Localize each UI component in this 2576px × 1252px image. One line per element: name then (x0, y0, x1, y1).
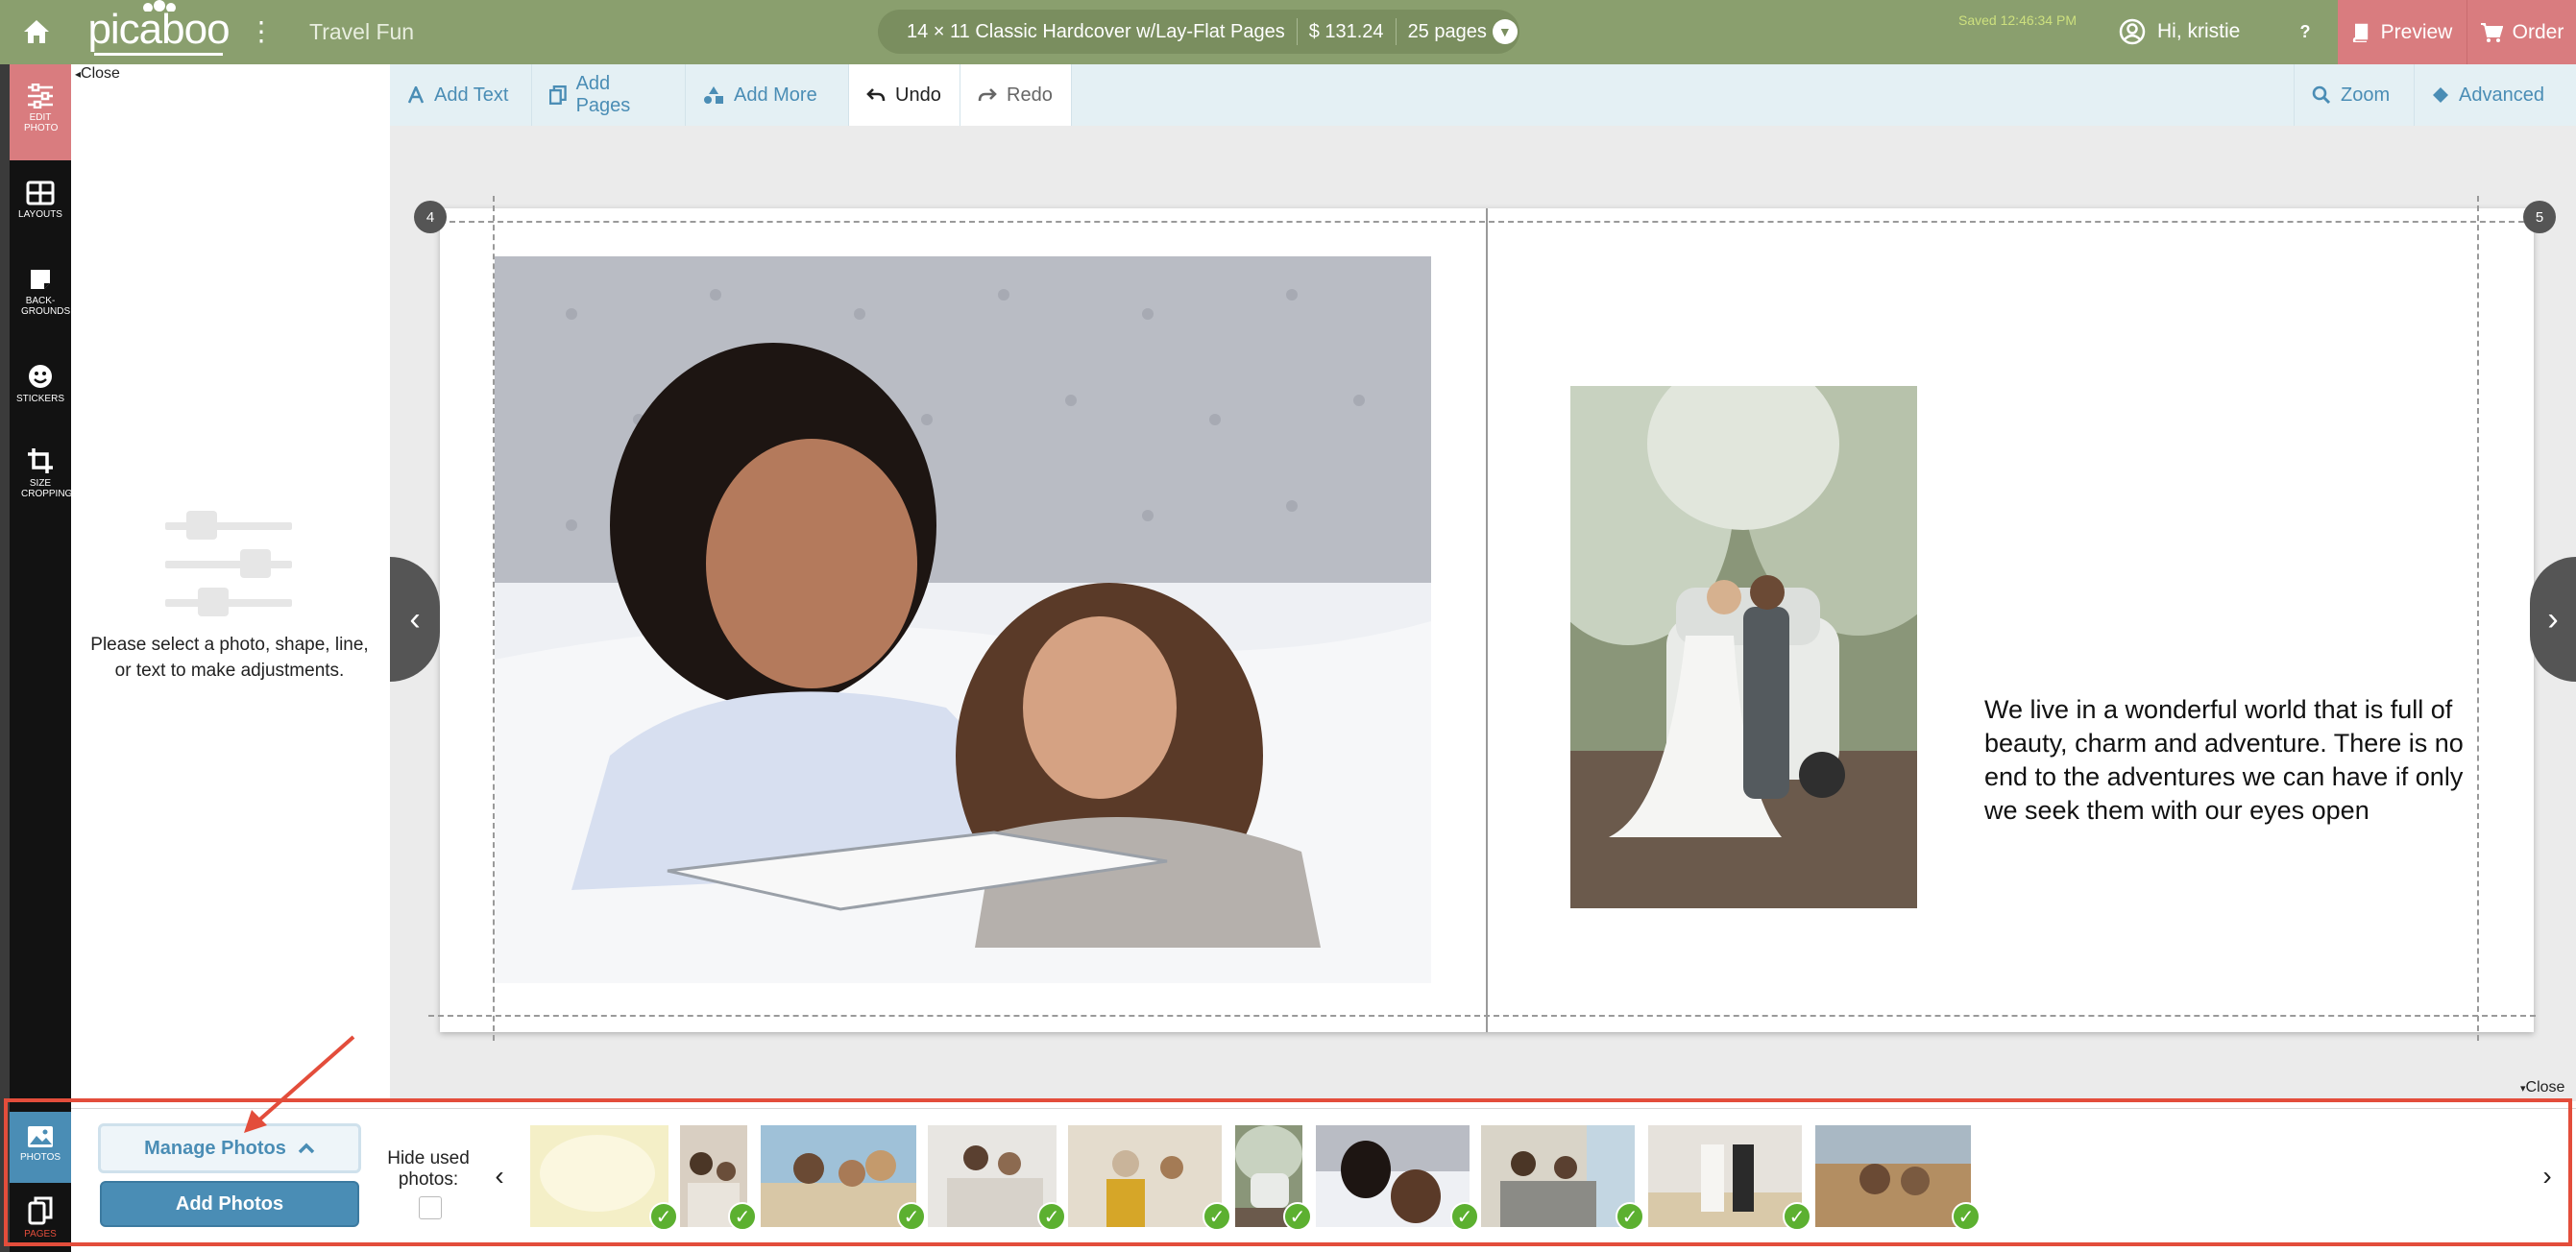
tray-close-link[interactable]: ▾Close (2520, 1079, 2564, 1096)
tool-rail (10, 64, 71, 1252)
product-name: 14 × 11 Classic Hardcover w/Lay-Flat Pag… (907, 21, 1285, 42)
help-icon[interactable]: ? (2290, 17, 2321, 46)
adjustments-placeholder-icon (165, 511, 292, 616)
user-menu[interactable]: Hi, kristie (2119, 15, 2240, 48)
rail-label: SIZE CROPPING (21, 478, 73, 499)
background-icon (31, 270, 50, 289)
photo-wedding-couple (1570, 386, 1917, 908)
text-a-icon (407, 86, 425, 104)
project-title[interactable]: Travel Fun (309, 16, 414, 47)
rail-label: EDIT PHOTO (24, 112, 59, 133)
crop-icon (28, 448, 53, 473)
rail-edit-photo[interactable]: EDIT PHOTO (10, 64, 71, 160)
redo-button[interactable]: Redo (960, 64, 1072, 126)
page-number-right: 5 (2523, 201, 2556, 233)
page-text-box[interactable]: We live in a wonderful world that is ful… (1984, 693, 2484, 828)
page-photo-wedding-car[interactable] (1570, 386, 1917, 908)
add-pages-button[interactable]: Add Pages (532, 64, 686, 126)
page-number-left: 4 (414, 201, 447, 233)
shapes-icon (704, 86, 723, 104)
spread-spine (1486, 208, 1488, 1032)
rail-label: BACK-GROUNDS (21, 296, 71, 317)
annotation-highlight-box (4, 1098, 2572, 1246)
layout-grid-icon (26, 181, 55, 205)
pages-icon (549, 85, 567, 105)
book-icon (2352, 23, 2368, 42)
rail-label: STICKERS (15, 394, 64, 404)
diamond-icon (2433, 87, 2448, 103)
preview-button[interactable]: Preview (2338, 0, 2467, 64)
product-selector[interactable]: 14 × 11 Classic Hardcover w/Lay-Flat Pag… (878, 10, 1519, 54)
safe-zone-right (2477, 196, 2479, 1041)
smiley-icon (29, 365, 52, 388)
picaboo-logo[interactable]: picaboo (87, 6, 231, 56)
rail-stickers[interactable]: STICKERS (10, 363, 71, 417)
add-text-button[interactable]: Add Text (390, 64, 532, 126)
rail-layouts[interactable]: LAYOUTS (10, 181, 71, 238)
undo-label: Undo (895, 84, 941, 106)
add-pages-label: Add Pages (575, 73, 631, 116)
rail-size-cropping[interactable]: SIZE CROPPING (10, 447, 73, 515)
zoom-button[interactable]: Zoom (2294, 64, 2415, 126)
user-icon (2119, 18, 2146, 45)
page-photo-mother-daughter[interactable] (495, 256, 1431, 983)
rail-backgrounds[interactable]: BACK-GROUNDS (10, 267, 71, 328)
preview-label: Preview (2380, 20, 2453, 43)
product-price: $ 131.24 (1308, 21, 1384, 42)
redo-label: Redo (1007, 84, 1053, 106)
order-label: Order (2512, 20, 2564, 43)
rail-edge (0, 64, 10, 1252)
advanced-button[interactable]: Advanced (2415, 64, 2576, 126)
more-menu-icon[interactable]: ⋮ (248, 16, 275, 47)
chevron-left-icon: ‹ (409, 600, 421, 638)
adjust-hint-text: Please select a photo, shape, line, or t… (90, 635, 369, 681)
redo-icon (978, 88, 997, 102)
photo-mother-daughter-reading (495, 256, 1431, 983)
tray-close-label: Close (2525, 1079, 2565, 1096)
sliders-icon (28, 84, 53, 108)
user-greeting: Hi, kristie (2157, 20, 2241, 42)
safe-zone-top (450, 221, 2524, 223)
undo-button[interactable]: Undo (849, 64, 960, 126)
safe-zone-bottom (428, 1015, 2536, 1017)
undo-icon (866, 88, 886, 102)
cart-icon (2480, 22, 2503, 42)
chevron-right-icon: › (2547, 600, 2559, 638)
add-more-button[interactable]: Add More (686, 64, 849, 126)
page-count: 25 pages (1407, 21, 1487, 42)
rail-label: LAYOUTS (18, 209, 62, 220)
chevron-down-icon[interactable]: ▼ (1492, 19, 1518, 44)
annotation-arrow-icon (244, 1035, 355, 1133)
advanced-label: Advanced (2459, 84, 2544, 106)
saved-status: Saved 12:46:34 PM (1958, 12, 2077, 28)
add-more-label: Add More (734, 84, 817, 106)
zoom-label: Zoom (2341, 84, 2391, 106)
close-panel-link[interactable]: ◂Close (75, 65, 120, 83)
add-text-label: Add Text (434, 84, 509, 106)
order-button[interactable]: Order (2467, 0, 2576, 64)
home-icon (24, 20, 49, 43)
close-label: Close (81, 65, 120, 82)
zoom-icon (2312, 85, 2331, 105)
home-button[interactable] (17, 14, 56, 49)
